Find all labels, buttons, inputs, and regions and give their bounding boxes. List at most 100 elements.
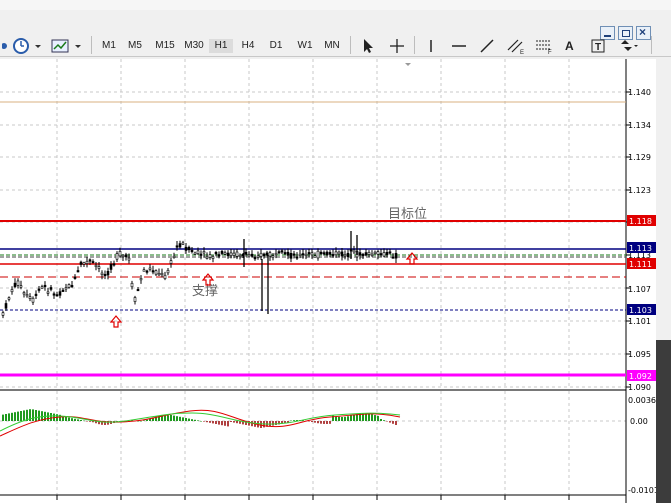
macd-bar [308,421,310,422]
candle-body [376,251,380,255]
candle-body [79,261,83,265]
crosshair-icon[interactable] [388,37,406,55]
timeframe-m1[interactable]: M1 [98,39,120,53]
candle-body [166,269,170,274]
price-tick-label: 1.095 [628,350,651,359]
horizontal-line-icon[interactable] [450,37,468,55]
macd-bar [221,421,223,426]
candle-body [292,253,296,256]
text-tool-icon[interactable]: A [565,37,577,55]
equidistant-channel-icon[interactable]: E [506,37,526,56]
candle-body [85,260,89,264]
candle-body [55,294,59,297]
macd-bar [260,421,262,428]
candle-body [76,270,80,273]
macd-bar [17,411,19,421]
candle-body [163,274,167,279]
macd-bar [5,414,7,421]
candle-body [217,254,221,257]
macd-bar [368,413,370,421]
macd-bar [80,420,82,421]
timeframe-h4[interactable]: H4 [237,39,259,53]
candle-body [382,252,386,257]
clock-icon[interactable] [12,37,42,55]
macd-bar [83,420,85,422]
timeframe-m5[interactable]: M5 [124,39,146,53]
trendline-icon[interactable] [478,37,496,55]
candle-body [229,252,233,256]
macd-bar [320,421,322,424]
macd-bar [182,417,184,421]
candle-body [193,252,197,255]
macd-bar [377,415,379,421]
candle-body [328,252,332,255]
candle-body [139,278,143,281]
chevron-down-icon[interactable] [1,37,10,55]
vertical-line-icon[interactable] [424,37,438,55]
price-tick-label: 1.123 [628,186,651,195]
price-tick-label: 1.101 [628,317,651,326]
price-label-blue-top: 1.113 [627,242,656,253]
candle-body [274,252,278,256]
macd-bar [65,417,67,421]
indicator-tick-label: 0.00 [630,417,648,426]
candle-body [28,296,32,299]
candle-body [121,254,125,258]
candle-body [178,243,182,248]
timeframe-m15[interactable]: M15 [152,39,178,53]
price-chart[interactable]: 目标位 支撑 1.140 1.134 1.129 1.123 1.113 1.1… [0,59,671,503]
candle-body [211,256,215,259]
macd-bar [329,421,331,424]
fibonacci-icon[interactable]: F [534,37,554,56]
macd-bar [371,414,373,421]
macd-bar [200,421,202,422]
timeframe-d1[interactable]: D1 [265,39,287,53]
candle-body [322,252,326,255]
svg-text:1.103: 1.103 [629,306,652,315]
candle-body [367,252,371,255]
candle-body [301,253,305,256]
candle-body [61,289,65,292]
svg-text:1.118: 1.118 [629,217,652,226]
candle-body [379,253,383,256]
timeframe-w1[interactable]: W1 [294,39,316,53]
candle-body [253,257,257,260]
price-chart-window[interactable]: 目标位 支撑 1.140 1.134 1.129 1.123 1.113 1.1… [0,59,671,503]
macd-bar [224,421,226,426]
macd-bar [167,415,169,421]
candle-body [106,270,110,276]
candle-body [196,250,200,254]
macd-bar [272,421,274,426]
timeframe-mn[interactable]: MN [320,39,344,53]
candle-body [172,255,176,259]
timeframe-m30[interactable]: M30 [181,39,207,53]
candle-body [325,251,329,256]
macd-bar [8,413,10,421]
arrows-icon[interactable] [618,37,640,55]
timeframe-h1[interactable]: H1 [209,39,233,53]
background-window-edge [656,340,671,503]
candle-body [346,252,350,258]
candle-body [13,282,17,288]
macd-bar [344,416,346,421]
price-label-blue-bottom: 1.103 [627,304,656,315]
candle-body [34,293,38,296]
candle-body [22,292,26,295]
candle-body [313,255,317,258]
cursor-icon[interactable] [360,37,376,55]
candle-body [262,253,266,257]
candle-body [316,250,320,259]
price-tick-label: 1.140 [628,88,651,97]
macd-bar [290,420,292,422]
text-label-icon[interactable]: T [590,37,606,55]
macd-bar [323,421,325,424]
candle-body [364,252,368,256]
candle-body [244,251,248,255]
macd-bar [20,411,22,421]
chart-template-icon[interactable] [50,37,84,55]
macd-bar [347,416,349,421]
svg-text:T: T [595,42,601,53]
candle-body [154,270,158,275]
candle-body [16,280,20,286]
macd-bar [47,412,49,421]
